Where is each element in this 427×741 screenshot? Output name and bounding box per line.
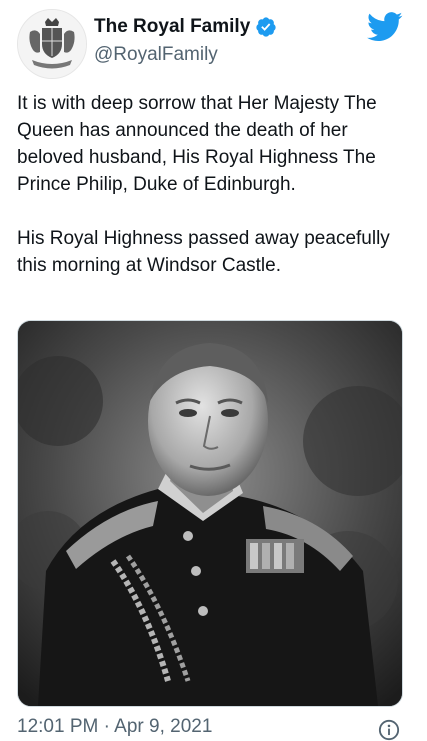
handle[interactable]: @RoyalFamily [94,44,218,66]
coat-of-arms-icon [18,10,86,78]
avatar[interactable] [17,9,87,79]
account-name-row[interactable]: The Royal Family [94,14,277,40]
tweet-paragraph: It is with deep sorrow that Her Majesty … [17,93,377,195]
display-name[interactable]: The Royal Family [94,16,250,38]
info-icon[interactable] [378,719,400,741]
tweet-card: The Royal Family @RoyalFamily It is with… [0,0,427,741]
twitter-bird-icon[interactable] [367,12,403,42]
tweet-text: It is with deep sorrow that Her Majesty … [17,90,412,279]
tweet-paragraph: His Royal Highness passed away peacefull… [17,228,390,276]
tweet-photo[interactable] [17,320,403,707]
verified-badge-icon [256,17,276,37]
portrait-image [18,321,402,706]
